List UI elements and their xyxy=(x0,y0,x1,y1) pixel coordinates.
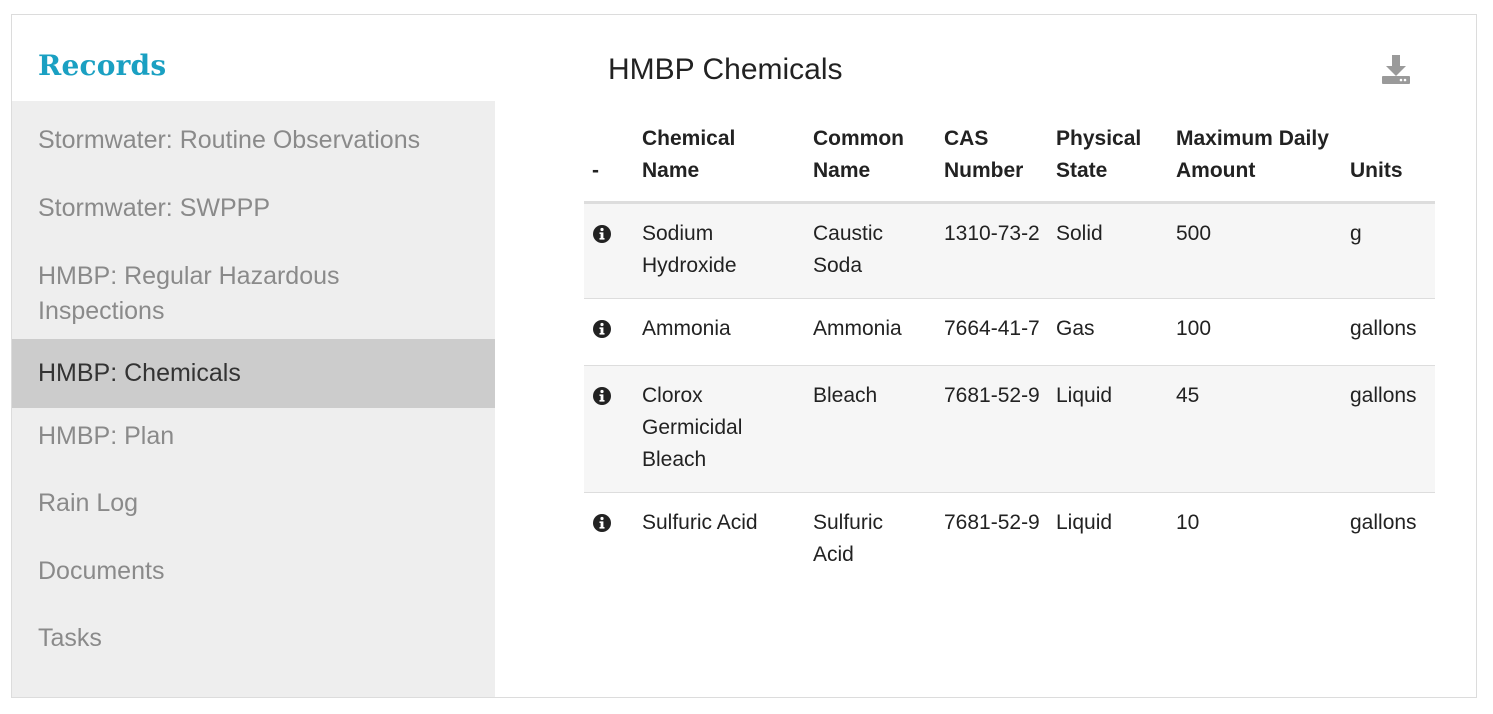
records-panel: Records Stormwater: Routine Observations… xyxy=(11,14,1477,698)
cell-physical-state: Solid xyxy=(1048,202,1168,299)
sidebar-item-stormwater-swppp[interactable]: Stormwater: SWPPP xyxy=(12,191,495,226)
sidebar: Records Stormwater: Routine Observations… xyxy=(12,15,495,697)
info-cell xyxy=(584,493,634,588)
cell-physical-state: Gas xyxy=(1048,298,1168,366)
cell-chemical-name: Clorox Germicidal Bleach xyxy=(634,365,805,493)
sidebar-item-stormwater-routine-observations[interactable]: Stormwater: Routine Observations xyxy=(12,123,495,158)
cell-units: gallons xyxy=(1342,298,1435,366)
sidebar-item-tasks[interactable]: Tasks xyxy=(12,621,495,656)
sidebar-item-hmbp-chemicals[interactable]: HMBP: Chemicals xyxy=(12,339,495,408)
cell-units: gallons xyxy=(1342,365,1435,493)
column-header-common-name[interactable]: Common Name xyxy=(805,123,936,204)
cell-chemical-name: Ammonia xyxy=(634,298,805,366)
sidebar-item-documents[interactable]: Documents xyxy=(12,554,495,589)
column-header-max-daily-amount[interactable]: Maximum Daily Amount xyxy=(1168,123,1342,204)
sidebar-item-hmbp-plan[interactable]: HMBP: Plan xyxy=(12,419,495,454)
table-row: Clorox Germicidal Bleach Bleach 7681-52-… xyxy=(584,365,1435,493)
column-header-physical-state[interactable]: Physical State xyxy=(1048,123,1168,204)
cell-common-name: Ammonia xyxy=(805,298,936,366)
info-icon[interactable] xyxy=(592,386,612,406)
info-cell xyxy=(584,202,634,299)
cell-physical-state: Liquid xyxy=(1056,511,1113,534)
cell-physical-state: Liquid xyxy=(1048,365,1168,493)
download-icon xyxy=(1382,55,1410,84)
cell-cas-number: 7681-52-9 xyxy=(936,365,1048,493)
column-header-toggle[interactable]: - xyxy=(584,123,634,204)
column-header-cas-number[interactable]: CAS Number xyxy=(936,123,1048,204)
cell-max-daily-amount: 100 xyxy=(1168,298,1342,366)
table-row: Ammonia Ammonia 7664-41-7 Gas 100 gallon… xyxy=(584,298,1435,366)
cell-max-daily-amount: 45 xyxy=(1168,365,1342,493)
info-icon[interactable] xyxy=(592,224,612,244)
main-content: HMBP Chemicals - Chemical Name Common Na… xyxy=(495,15,1476,697)
cell-units: g xyxy=(1342,202,1435,299)
table-header-row: - Chemical Name Common Name CAS Number P… xyxy=(584,123,1435,204)
cell-cas-number: 1310-73-2 xyxy=(936,202,1048,299)
cell-max-daily-amount: 10 xyxy=(1176,511,1200,534)
download-button[interactable] xyxy=(1379,53,1413,87)
cell-chemical-name: Sulfuric Acid xyxy=(642,511,758,534)
sidebar-item-rain-log[interactable]: Rain Log xyxy=(12,486,495,521)
sidebar-item-hmbp-regular-hazardous-inspections[interactable]: HMBP: Regular Hazardous Inspections xyxy=(12,259,412,329)
chemicals-table: - Chemical Name Common Name CAS Number P… xyxy=(584,123,1435,587)
column-header-units[interactable]: Units xyxy=(1342,123,1435,204)
cell-common-name: Caustic Soda xyxy=(805,202,936,299)
cell-chemical-name: Sodium Hydroxide xyxy=(634,202,805,299)
sidebar-title: Records xyxy=(38,49,167,82)
sidebar-nav: Stormwater: Routine Observations Stormwa… xyxy=(12,101,495,697)
table-row: Sulfuric Acid Sulfuric Acid 7681-52-9 Li… xyxy=(584,493,1435,588)
column-header-chemical-name[interactable]: Chemical Name xyxy=(634,123,805,204)
cell-max-daily-amount: 500 xyxy=(1168,202,1342,299)
page-title: HMBP Chemicals xyxy=(608,53,843,86)
cell-units: gallons xyxy=(1350,511,1417,534)
info-cell xyxy=(584,298,634,366)
cell-cas-number: 7681-52-9 xyxy=(944,511,1040,534)
cell-cas-number: 7664-41-7 xyxy=(936,298,1048,366)
info-icon[interactable] xyxy=(592,513,612,533)
sidebar-header: Records xyxy=(12,15,495,101)
info-icon[interactable] xyxy=(592,319,612,339)
cell-common-name: Bleach xyxy=(805,365,936,493)
table-row: Sodium Hydroxide Caustic Soda 1310-73-2 … xyxy=(584,202,1435,299)
cell-common-name: Sulfuric Acid xyxy=(813,511,884,566)
info-cell xyxy=(584,365,634,493)
